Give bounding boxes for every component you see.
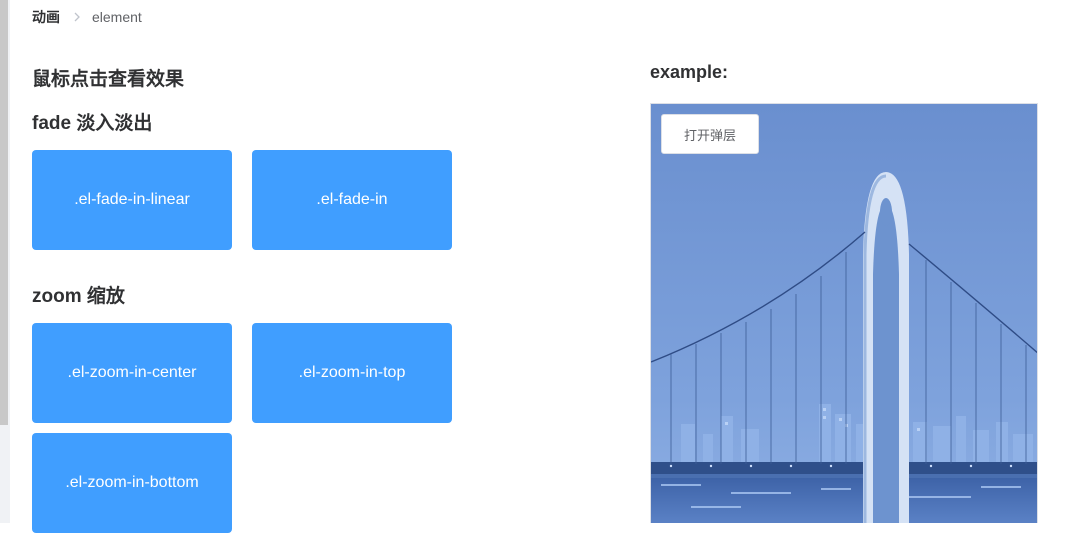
zoom-in-bottom-box[interactable]: .el-zoom-in-bottom [32,433,232,533]
zoom-section-heading: zoom 缩放 [32,286,125,307]
fade-section-heading: fade 淡入淡出 [32,113,153,134]
scrollbar-thumb[interactable] [0,0,8,425]
zoom-in-center-box[interactable]: .el-zoom-in-center [32,323,232,423]
breadcrumb: 动画 element [32,8,142,26]
example-title: example: [650,62,729,82]
page-title: 鼠标点击查看效果 [32,69,185,90]
zoom-in-top-box[interactable]: .el-zoom-in-top [252,323,452,423]
chevron-right-icon [72,8,83,26]
left-scroll-strip [0,0,10,523]
bridge-photo [651,104,1037,523]
breadcrumb-item-root[interactable]: 动画 [32,7,60,27]
open-dialog-button[interactable]: 打开弹层 [661,114,759,154]
fade-in-box[interactable]: .el-fade-in [252,150,452,250]
breadcrumb-item-current: element [92,9,142,25]
example-image [650,103,1038,523]
fade-in-linear-box[interactable]: .el-fade-in-linear [32,150,232,250]
